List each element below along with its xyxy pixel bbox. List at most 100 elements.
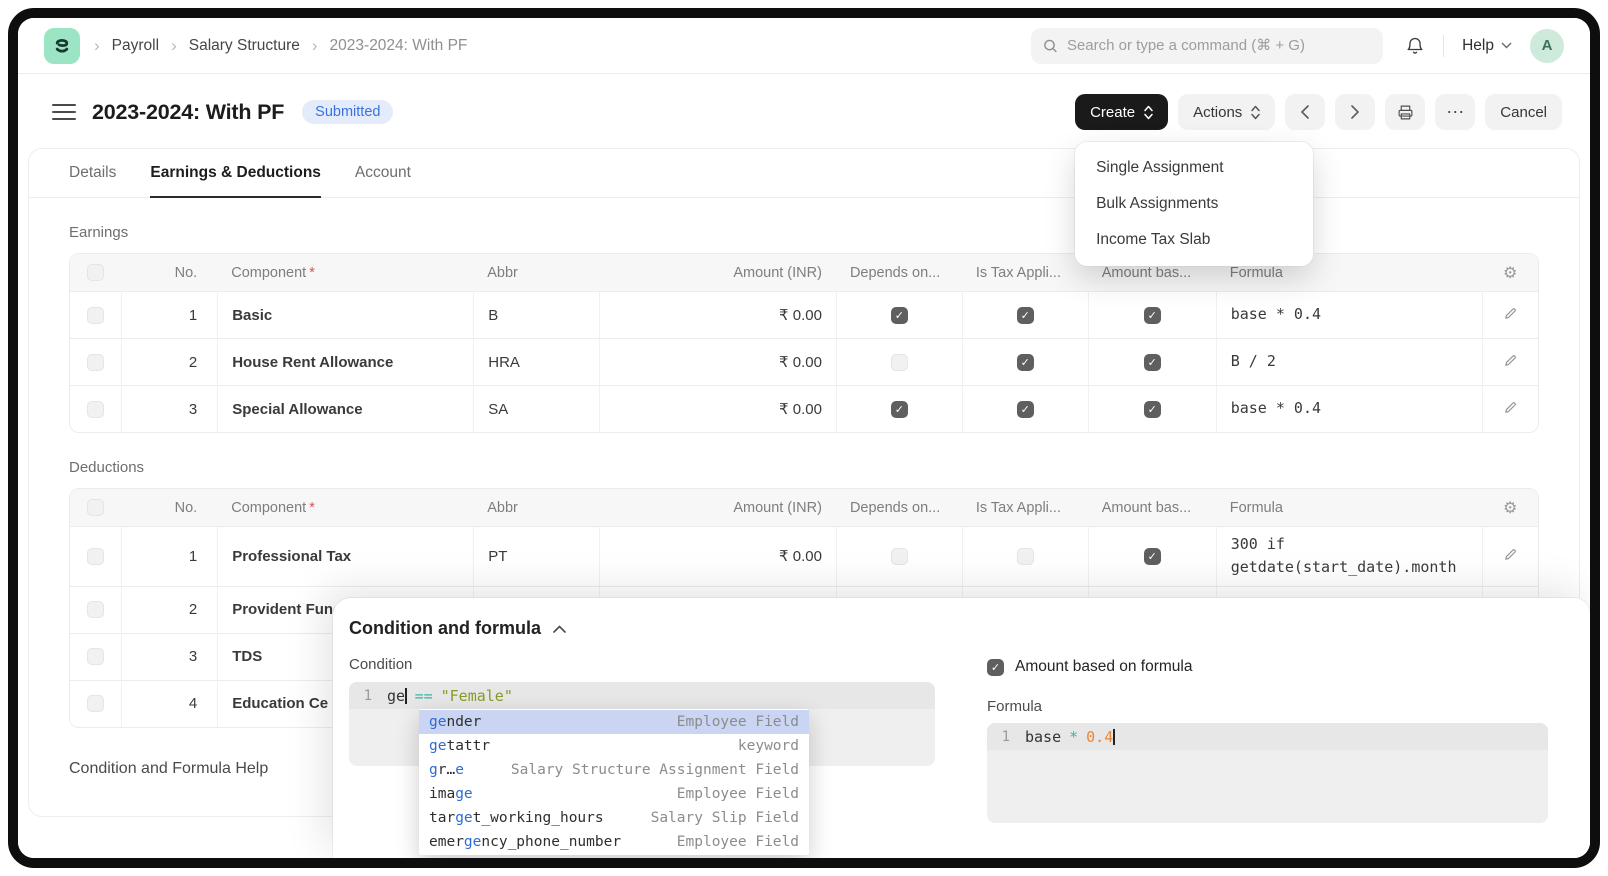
cell-amount-based-on-formula: ✓ (1088, 338, 1216, 385)
breadcrumb-separator-icon: › (94, 36, 100, 56)
autocomplete-item-type: Employee Field (677, 710, 799, 734)
cell-formula[interactable]: B / 2 (1216, 338, 1483, 385)
depends-on-checkbox[interactable] (891, 548, 908, 565)
depends-on-checkbox[interactable]: ✓ (891, 401, 908, 418)
is-tax-applicable-checkbox[interactable]: ✓ (1017, 307, 1034, 324)
row-select-checkbox[interactable] (87, 601, 104, 618)
column-header-amount-based: Amount bas... (1088, 489, 1216, 526)
edit-row-button[interactable] (1482, 385, 1538, 432)
cell-depends-on (836, 526, 962, 586)
amount-based-on-formula-checkbox[interactable]: ✓ (987, 659, 1004, 676)
printer-icon (1397, 104, 1414, 121)
cell-amount[interactable]: ₹ 0.00 (599, 291, 836, 338)
cell-abbr[interactable]: B (473, 291, 599, 338)
previous-document-button[interactable] (1285, 94, 1325, 130)
tab-earnings-deductions[interactable]: Earnings & Deductions (150, 149, 321, 197)
autocomplete-item[interactable]: genderEmployee Field (419, 710, 809, 734)
cell-amount[interactable]: ₹ 0.00 (599, 526, 836, 586)
amount-based-on-formula-checkbox[interactable]: ✓ (1144, 307, 1161, 324)
select-all-checkbox[interactable] (87, 264, 104, 281)
cell-abbr[interactable]: SA (473, 385, 599, 432)
search-bar[interactable] (1031, 28, 1383, 64)
amount-based-on-formula-checkbox[interactable]: ✓ (1144, 401, 1161, 418)
user-avatar[interactable]: A (1530, 29, 1564, 63)
cell-formula[interactable]: base * 0.4 (1216, 385, 1483, 432)
cell-is-tax-applicable: ✓ (962, 338, 1088, 385)
breadcrumb-item[interactable]: Salary Structure (189, 37, 300, 55)
text-cursor (1113, 729, 1115, 745)
notifications-bell-icon[interactable] (1405, 36, 1425, 56)
cell-row-number: 1 (121, 291, 217, 338)
breadcrumb-item[interactable]: Payroll (112, 37, 159, 55)
cancel-button[interactable]: Cancel (1485, 94, 1562, 130)
amount-based-on-formula-checkbox[interactable]: ✓ (1144, 354, 1161, 371)
deductions-table-row: 1Professional TaxPT₹ 0.00✓300 ifgetdate(… (70, 526, 1538, 586)
row-select-checkbox[interactable] (87, 354, 104, 371)
cell-component[interactable]: Special Allowance (217, 385, 473, 432)
is-tax-applicable-checkbox[interactable]: ✓ (1017, 354, 1034, 371)
autocomplete-item[interactable]: emergency_phone_numberEmployee Field (419, 830, 809, 854)
is-tax-applicable-checkbox[interactable] (1017, 548, 1034, 565)
cell-component[interactable]: House Rent Allowance (217, 338, 473, 385)
column-header-is-tax-applicable: Is Tax Appli... (962, 254, 1088, 291)
actions-button[interactable]: Actions (1178, 94, 1275, 130)
is-tax-applicable-checkbox[interactable]: ✓ (1017, 401, 1034, 418)
next-document-button[interactable] (1335, 94, 1375, 130)
amount-based-on-formula-field[interactable]: ✓ Amount based on formula (987, 658, 1548, 676)
cell-component[interactable]: Basic (217, 291, 473, 338)
column-header-component: Component* (217, 489, 473, 526)
create-menu-item[interactable]: Single Assignment (1083, 150, 1305, 186)
grid-settings-gear-icon[interactable]: ⚙ (1503, 265, 1517, 282)
select-all-checkbox[interactable] (87, 499, 104, 516)
cell-amount-based-on-formula: ✓ (1088, 526, 1216, 586)
autocomplete-item-name: target_working_hours (429, 806, 604, 830)
row-select-checkbox[interactable] (87, 401, 104, 418)
cell-component[interactable]: Professional Tax (217, 526, 473, 586)
tab-account[interactable]: Account (355, 149, 411, 197)
row-select-checkbox[interactable] (87, 695, 104, 712)
row-select-checkbox[interactable] (87, 548, 104, 565)
depends-on-checkbox[interactable] (891, 354, 908, 371)
help-label: Help (1462, 37, 1494, 55)
column-header-no: No. (121, 254, 217, 291)
help-menu[interactable]: Help (1462, 37, 1512, 55)
cell-abbr[interactable]: HRA (473, 338, 599, 385)
print-button[interactable] (1385, 94, 1425, 130)
create-menu-item[interactable]: Income Tax Slab (1083, 222, 1305, 258)
depends-on-checkbox[interactable]: ✓ (891, 307, 908, 324)
cell-amount-based-on-formula: ✓ (1088, 385, 1216, 432)
row-select-checkbox[interactable] (87, 307, 104, 324)
autocomplete-item[interactable]: getattrkeyword (419, 734, 809, 758)
edit-row-button[interactable] (1482, 291, 1538, 338)
search-input[interactable] (1067, 37, 1371, 54)
cell-abbr[interactable]: PT (473, 526, 599, 586)
edit-row-button[interactable] (1482, 526, 1538, 586)
grid-header-row: No. Component* Abbr Amount (INR) Depends… (70, 254, 1538, 291)
cell-select (70, 586, 121, 633)
more-options-button[interactable]: ⋯ (1435, 94, 1475, 130)
create-menu-item[interactable]: Bulk Assignments (1083, 186, 1305, 222)
app-logo[interactable] (44, 28, 80, 64)
page-header: 2023-2024: With PF Submitted Create Sing… (18, 74, 1590, 146)
text-cursor (405, 688, 407, 704)
autocomplete-item-type: Salary Slip Field (651, 806, 799, 830)
row-select-checkbox[interactable] (87, 648, 104, 665)
amount-based-on-formula-checkbox[interactable]: ✓ (1144, 548, 1161, 565)
sidebar-toggle-icon[interactable] (52, 104, 76, 120)
cell-amount[interactable]: ₹ 0.00 (599, 338, 836, 385)
autocomplete-item[interactable]: imageEmployee Field (419, 782, 809, 806)
cell-formula[interactable]: 300 ifgetdate(start_date).month (1216, 526, 1483, 586)
panel-title: Condition and formula (349, 618, 541, 639)
create-button[interactable]: Create (1075, 94, 1168, 130)
edit-row-button[interactable] (1482, 338, 1538, 385)
column-header-no: No. (121, 489, 217, 526)
tab-details[interactable]: Details (69, 149, 116, 197)
grid-settings-gear-icon[interactable]: ⚙ (1503, 500, 1517, 517)
panel-header[interactable]: Condition and formula (349, 618, 1564, 639)
cell-formula[interactable]: base * 0.4 (1216, 291, 1483, 338)
autocomplete-item[interactable]: target_working_hours Salary Slip Field (419, 806, 809, 830)
cell-amount[interactable]: ₹ 0.00 (599, 385, 836, 432)
condition-code: ge=="Female" (387, 687, 513, 705)
autocomplete-item[interactable]: gr…eSalary Structure Assignment Field (419, 758, 809, 782)
formula-code-editor[interactable]: 1 base*0.4 (987, 723, 1548, 823)
